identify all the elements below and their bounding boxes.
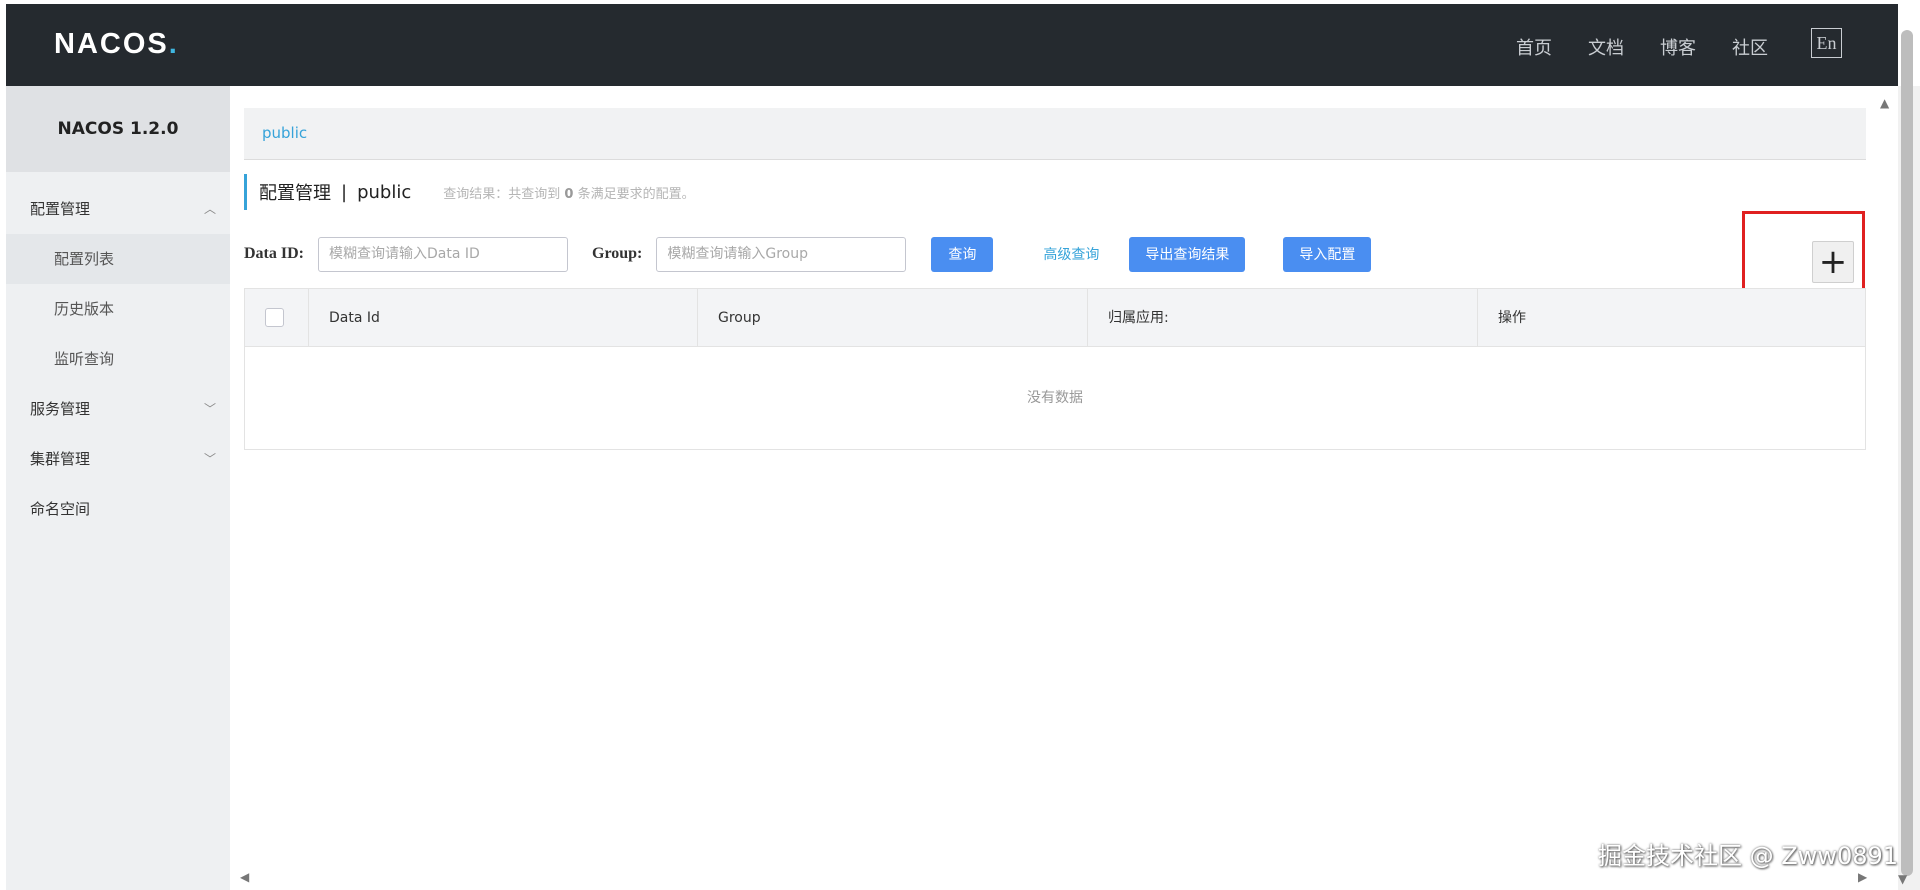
column-actions: 操作	[1477, 289, 1865, 347]
nav-blog[interactable]: 博客	[1660, 34, 1696, 60]
title-separator: |	[341, 181, 348, 203]
namespace-tab-public[interactable]: public	[262, 124, 307, 142]
empty-table-message: 没有数据	[1027, 390, 1083, 406]
nav-home[interactable]: 首页	[1516, 34, 1552, 60]
app-window: NACOS. 首页 文档 博客 社区 En NACOS 1.2.0 配置管理 ︿…	[0, 0, 1920, 890]
top-header: NACOS. 首页 文档 博客 社区 En	[6, 4, 1898, 86]
sidebar-item-history-versions[interactable]: 历史版本	[6, 284, 230, 334]
sidebar-item-config-management[interactable]: 配置管理 ︿	[6, 184, 230, 234]
select-all-checkbox[interactable]	[265, 308, 284, 327]
namespace-bar: public	[244, 108, 1866, 160]
page-header: 配置管理 | public 查询结果：共查询到 0 条满足要求的配置。	[244, 174, 695, 210]
column-app: 归属应用:	[1087, 289, 1477, 347]
chevron-down-icon: ﹀	[203, 452, 216, 466]
chevron-down-icon: ﹀	[203, 402, 216, 416]
top-nav: 首页 文档 博客 社区	[1516, 34, 1768, 60]
import-config-button[interactable]: 导入配置	[1283, 236, 1372, 272]
version-title: NACOS 1.2.0	[6, 86, 230, 172]
query-result-text: 查询结果：共查询到 0 条满足要求的配置。	[443, 186, 695, 202]
export-results-button[interactable]: 导出查询结果	[1129, 236, 1246, 272]
language-toggle[interactable]: En	[1811, 28, 1842, 58]
column-group: Group	[697, 289, 1087, 347]
group-input[interactable]	[656, 236, 907, 272]
search-button[interactable]: 查询	[931, 236, 994, 272]
nacos-logo[interactable]: NACOS.	[54, 28, 179, 61]
add-config-button[interactable]: +	[1812, 241, 1854, 283]
nav-community[interactable]: 社区	[1732, 34, 1768, 60]
watermark: 掘金技术社区 @ Zww0891	[1598, 842, 1899, 870]
config-table: Data Id Group 归属应用: 操作 没有数据	[244, 288, 1866, 450]
sidebar-item-namespace[interactable]: 命名空间	[6, 484, 230, 534]
main-content: public 配置管理 | public 查询结果：共查询到 0 条满足要求的配…	[230, 86, 1898, 890]
data-id-input[interactable]	[318, 236, 568, 272]
sidebar-item-service-management[interactable]: 服务管理 ﹀	[6, 384, 230, 434]
sidebar: NACOS 1.2.0 配置管理 ︿ 配置列表 历史版本 监听查询 服务管理 ﹀…	[6, 86, 230, 890]
filter-bar: Data ID: Group: 查询 高级查询 导出查询结果 导入配置	[244, 236, 1372, 272]
current-namespace: public	[357, 181, 412, 203]
scroll-down-arrow-icon[interactable]: ▼	[1898, 872, 1907, 886]
sidebar-item-cluster-management[interactable]: 集群管理 ﹀	[6, 434, 230, 484]
table-header: Data Id Group 归属应用: 操作	[245, 289, 1865, 347]
sidebar-item-config-list[interactable]: 配置列表	[6, 234, 230, 284]
sidebar-item-listener-query[interactable]: 监听查询	[6, 334, 230, 384]
chevron-up-icon: ︿	[203, 202, 216, 216]
scroll-up-arrow-icon[interactable]: ▲	[1880, 96, 1889, 110]
page-title: 配置管理	[259, 183, 331, 204]
column-data-id: Data Id	[308, 289, 697, 347]
select-all-cell	[245, 289, 308, 347]
group-label: Group:	[592, 245, 643, 262]
advanced-query-link[interactable]: 高级查询	[1043, 244, 1099, 264]
sidebar-menu: 配置管理 ︿ 配置列表 历史版本 监听查询 服务管理 ﹀ 集群管理 ﹀ 命名空间	[6, 172, 230, 534]
data-id-label: Data ID:	[244, 245, 304, 262]
vertical-scroll-thumb[interactable]	[1901, 30, 1913, 876]
scroll-left-arrow-icon[interactable]: ◀	[240, 870, 249, 884]
scroll-right-arrow-icon[interactable]: ▶	[1858, 870, 1867, 884]
nav-docs[interactable]: 文档	[1588, 34, 1624, 60]
